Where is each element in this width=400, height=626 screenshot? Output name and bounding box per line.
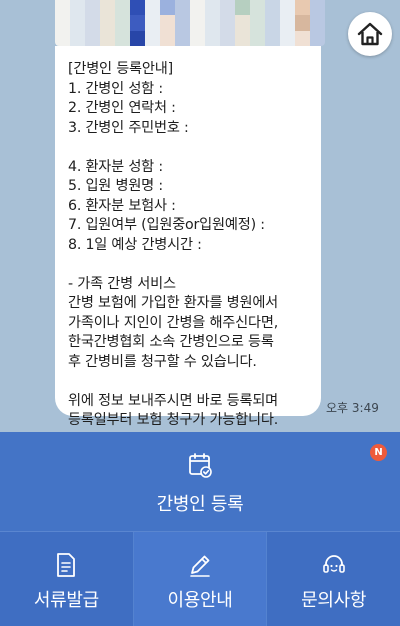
message-bubble[interactable]: [간병인 등록안내] 1. 간병인 성함 : 2. 간병인 연락처 : 3. 간… xyxy=(55,46,321,428)
blurred-image-header xyxy=(55,0,325,46)
message-line: 6. 환자분 보험사 : xyxy=(68,197,176,214)
message-line xyxy=(68,138,309,158)
message-line: 2. 간병인 연락처 : xyxy=(68,100,176,116)
home-icon xyxy=(357,22,383,46)
guide-button[interactable]: 이용안내 xyxy=(133,532,267,626)
new-badge: N xyxy=(370,444,387,461)
guide-label: 이용안내 xyxy=(167,590,233,611)
calendar-check-icon xyxy=(189,453,212,478)
message-line: 1. 간병인 성함 : xyxy=(68,80,163,97)
message-line: 간병 보험에 가입한 환자를 병원에서 xyxy=(68,295,279,311)
inquiry-button[interactable]: 문의사항 xyxy=(267,532,400,626)
message-line: [간병인 등록안내] xyxy=(68,61,173,77)
pencil-icon xyxy=(190,555,210,577)
headset-icon xyxy=(322,555,345,573)
message-line: 8. 1일 예상 간병시간 : xyxy=(68,236,202,253)
inquiry-label: 문의사항 xyxy=(301,590,367,611)
message-line: 5. 입원 병원명 : xyxy=(68,178,163,194)
chat-area[interactable]: [간병인 등록안내] 1. 간병인 성함 : 2. 간병인 연락처 : 3. 간… xyxy=(0,0,400,432)
register-caregiver-button[interactable]: 간병인 등록 xyxy=(0,432,400,532)
message-line: 등록일부터 보험 청구가 가능합니다. xyxy=(68,412,279,428)
message-line: 위에 정보 보내주시면 바로 등록되며 xyxy=(68,392,279,409)
bottom-menu: 간병인 등록 N 서류발급 이용안내 문의사항 xyxy=(0,432,400,626)
documents-button[interactable]: 서류발급 xyxy=(0,532,133,626)
message-line: 3. 간병인 주민번호 : xyxy=(68,119,189,136)
message-line: 7. 입원여부 (입원중or입원예정) : xyxy=(68,217,265,233)
message-line: 한국간병협회 소속 간병인으로 등록 xyxy=(68,334,274,350)
home-button[interactable] xyxy=(348,12,392,56)
message-line: - 가족 간병 서비스 xyxy=(68,275,176,292)
message-line xyxy=(68,372,309,392)
message-line xyxy=(68,255,309,275)
message-line: 4. 환자분 성함 : xyxy=(68,158,163,175)
message-line: 가족이나 지인이 간병을 해주신다면, xyxy=(68,314,279,331)
message-line: 후 간병비를 청구할 수 있습니다. xyxy=(68,353,257,370)
register-caregiver-label: 간병인 등록 xyxy=(156,494,244,515)
document-icon xyxy=(57,553,76,577)
message-timestamp: 오후 3:49 xyxy=(326,401,379,415)
documents-label: 서류발급 xyxy=(33,590,99,611)
